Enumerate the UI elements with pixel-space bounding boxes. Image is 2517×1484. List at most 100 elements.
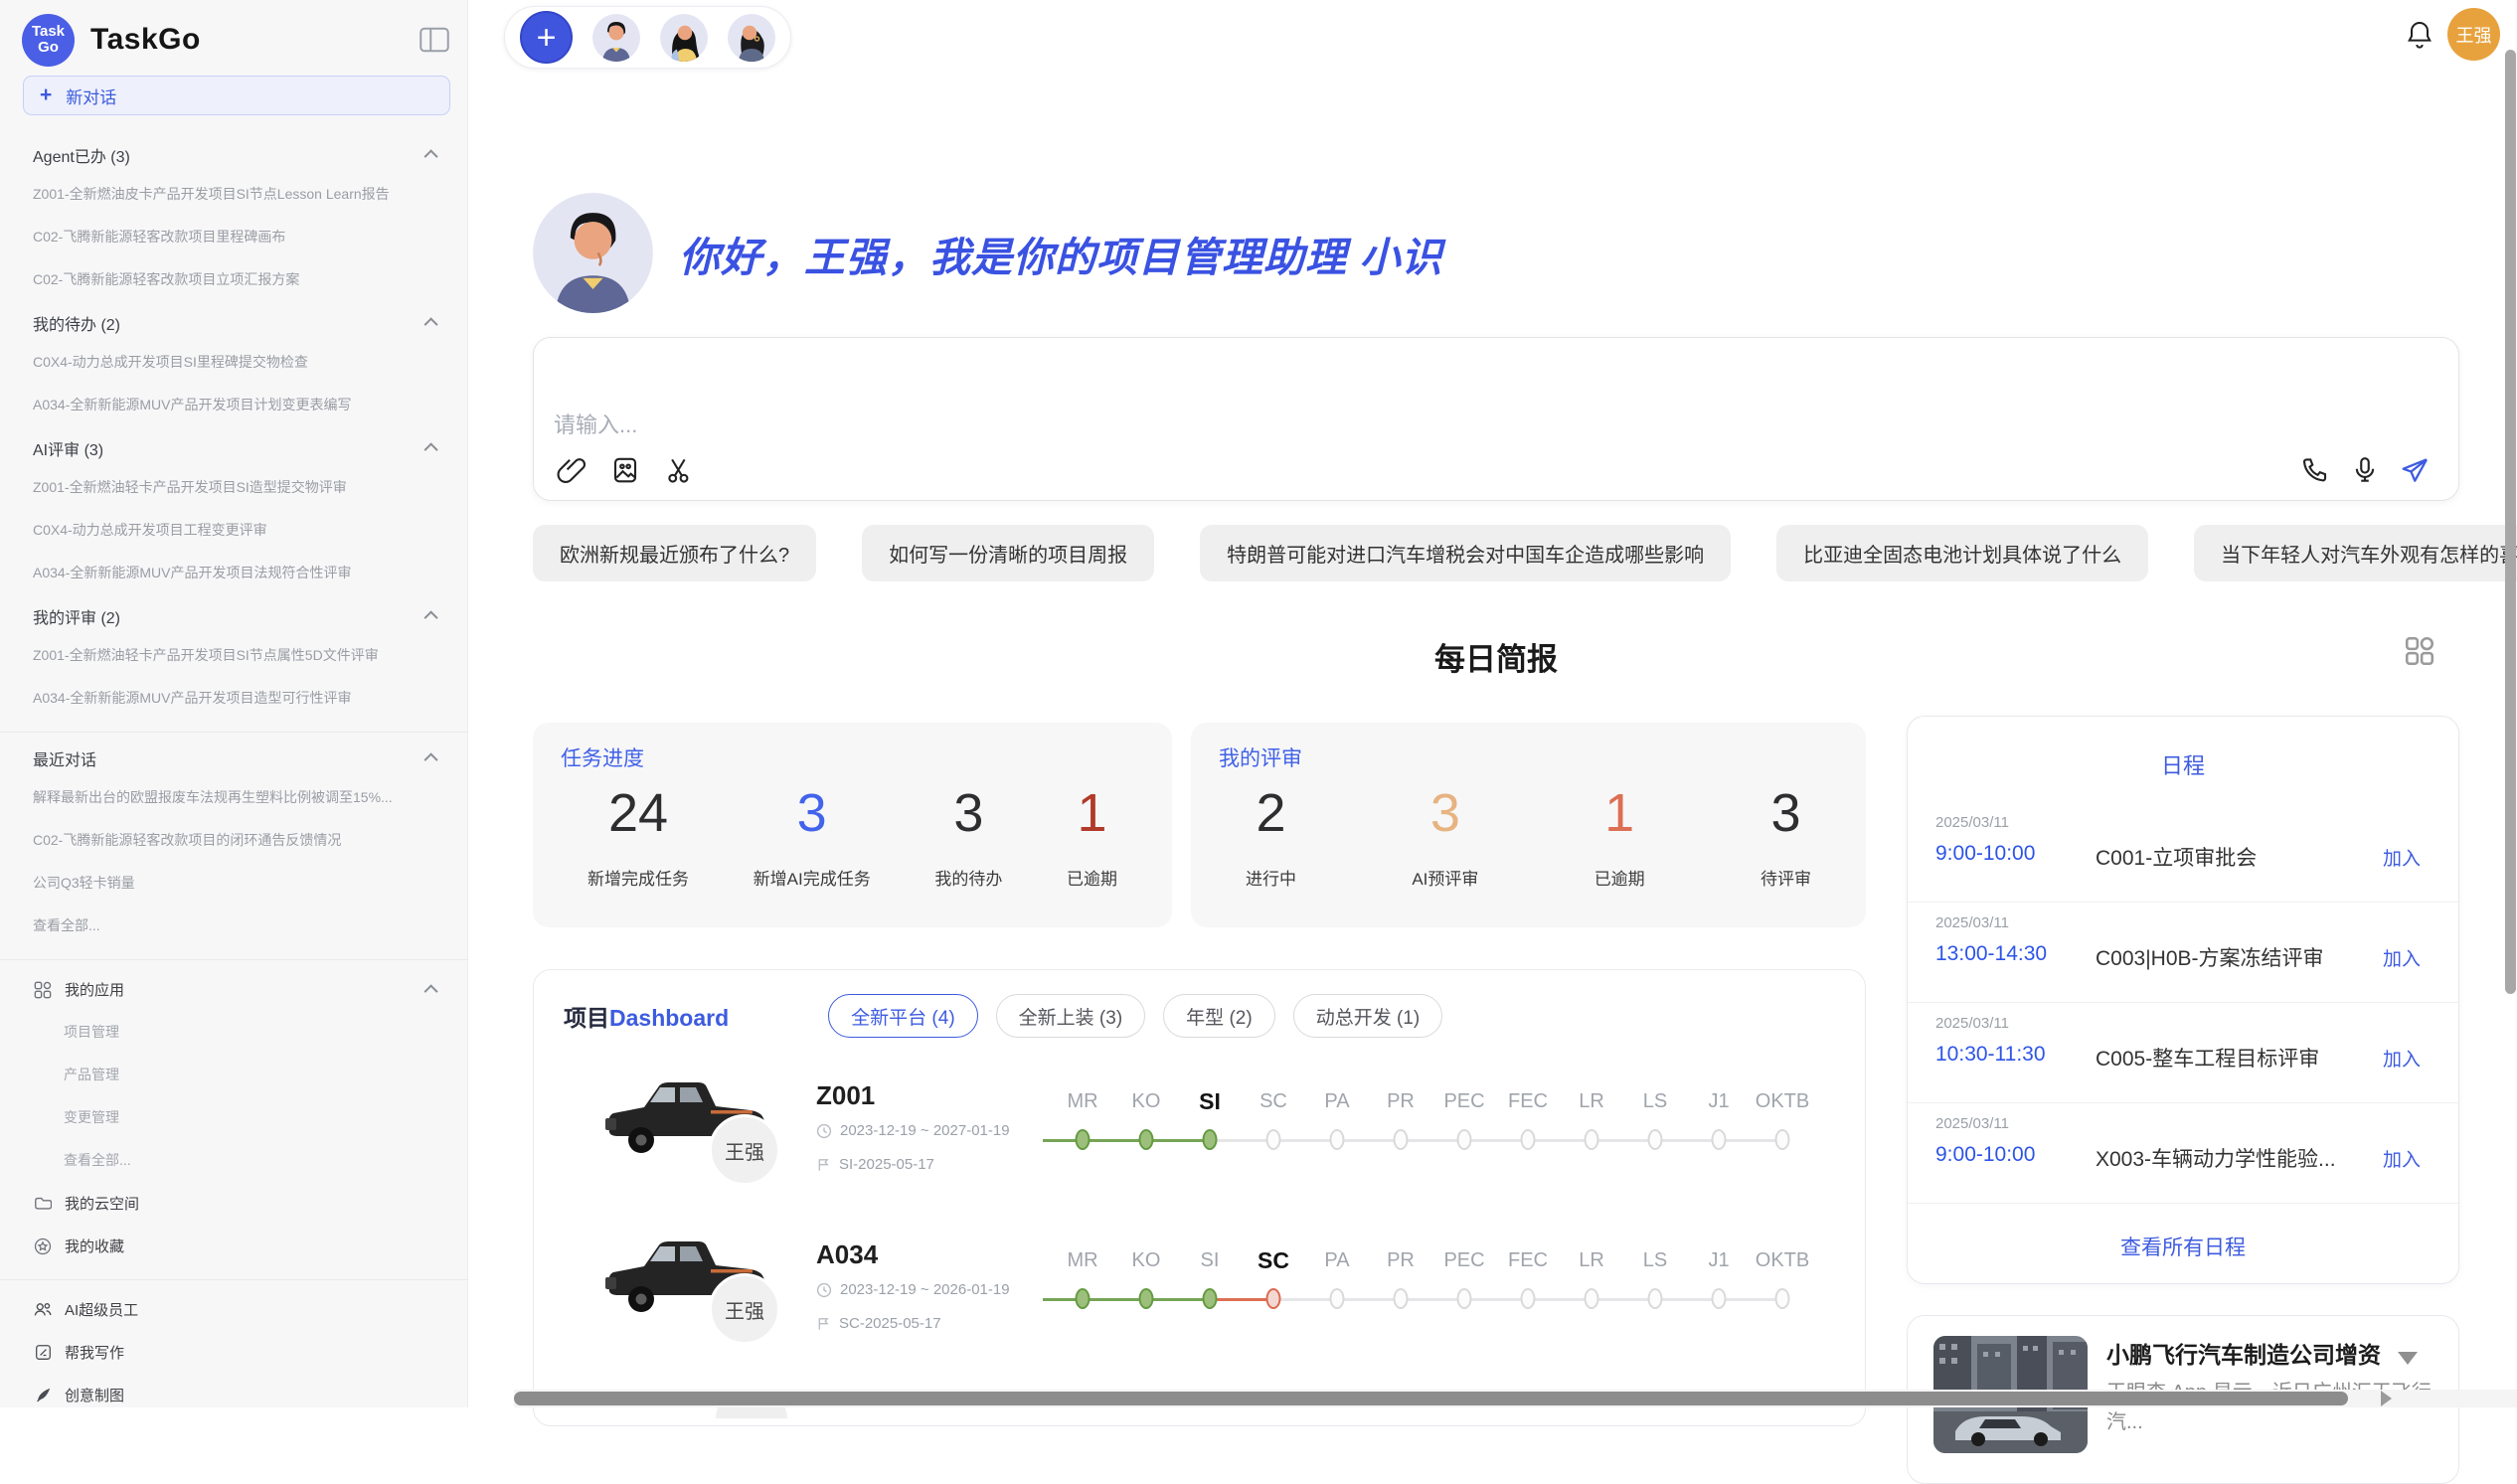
sidebar-item[interactable]: Z001-全新燃油轻卡产品开发项目SI节点属性5D文件评审	[0, 634, 467, 677]
phone-icon[interactable]	[2299, 454, 2331, 486]
sidebar-item-help-me-write[interactable]: 帮我写作	[0, 1331, 467, 1374]
quill-pen-icon	[33, 1386, 53, 1405]
sidebar-section-header[interactable]: 我的待办 (2)	[0, 305, 467, 341]
event-join-link[interactable]: 加入	[2383, 844, 2421, 871]
sidebar-item[interactable]: A034-全新新能源MUV产品开发项目计划变更表编写	[0, 384, 467, 426]
milestone-node	[1330, 1129, 1345, 1150]
sidebar-item[interactable]: C02-飞腾新能源轻客改款项目立项汇报方案	[0, 258, 467, 301]
project-row[interactable]: 王强 A034 2023-12-19 ~ 2026-01-19 SC-2025-…	[534, 1224, 1865, 1383]
event-time: 13:00-14:30	[1935, 942, 2047, 966]
sidebar-item-cloud-space[interactable]: 我的云空间	[0, 1182, 467, 1225]
sidebar-section-header[interactable]: Agent已办 (3)	[0, 137, 467, 173]
view-all-schedule-link[interactable]: 查看所有日程	[1908, 1232, 2458, 1261]
new-chat-button[interactable]: + 新对话	[23, 76, 450, 115]
event-date: 2025/03/11	[1935, 914, 2009, 931]
sidebar-item[interactable]: C02-飞腾新能源轻客改款项目的闭环通告反馈情况	[0, 819, 467, 862]
dashboard-tab[interactable]: 全新上装 (3)	[996, 994, 1146, 1038]
layout-grid-icon[interactable]	[2403, 634, 2436, 668]
milestone-segment	[1719, 1139, 1782, 1142]
project-row[interactable]: 王强 Z001 2023-12-19 ~ 2027-01-19 SI-2025-…	[534, 1065, 1865, 1224]
send-icon[interactable]	[2399, 454, 2431, 486]
sidebar-item[interactable]: 查看全部...	[0, 905, 467, 947]
sidebar-item-creative-drawing[interactable]: 创意制图	[0, 1374, 467, 1416]
creative-drawing-label: 创意制图	[65, 1385, 124, 1405]
dashboard-tab[interactable]: 动总开发 (1)	[1293, 994, 1443, 1038]
app-sub-item[interactable]: 查看全部...	[0, 1139, 467, 1182]
paperclip-icon[interactable]	[556, 454, 587, 486]
milestone-node	[1330, 1288, 1345, 1309]
event-join-link[interactable]: 加入	[2383, 944, 2421, 971]
event-join-link[interactable]: 加入	[2383, 1045, 2421, 1072]
sidebar-item[interactable]: 公司Q3轻卡销量	[0, 862, 467, 905]
milestone-label: LS	[1623, 1245, 1687, 1275]
app-sub-item[interactable]: 变更管理	[0, 1096, 467, 1139]
vertical-scrollbar[interactable]	[2505, 50, 2516, 994]
dashboard-tab[interactable]: 年型 (2)	[1163, 994, 1275, 1038]
horizontal-scrollbar-track[interactable]	[514, 1390, 2517, 1407]
event-join-link[interactable]: 加入	[2383, 1145, 2421, 1172]
new-chat-label: 新对话	[66, 83, 116, 108]
milestone-segment	[1592, 1298, 1655, 1301]
sidebar-item[interactable]: Z001-全新燃油皮卡产品开发项目SI节点Lesson Learn报告	[0, 173, 467, 216]
sidebar-item-my-apps[interactable]: 我的应用	[0, 968, 467, 1011]
agent-avatar-1[interactable]	[592, 14, 640, 62]
suggestion-chip[interactable]: 欧洲新规最近颁布了什么?	[533, 525, 816, 581]
sidebar-item[interactable]: C0X4-动力总成开发项目工程变更评审	[0, 509, 467, 552]
dashboard-tab[interactable]: 全新平台 (4)	[828, 994, 978, 1038]
chevron-up-icon	[424, 984, 438, 998]
scissors-icon[interactable]	[663, 454, 695, 486]
sidebar-header: Task Go TaskGo	[0, 0, 467, 70]
image-icon[interactable]	[609, 454, 641, 486]
milestone-node	[1139, 1288, 1154, 1309]
milestone-segment	[1083, 1298, 1146, 1301]
stat-label: 进行中	[1246, 865, 1296, 890]
milestone-segment	[1273, 1298, 1337, 1301]
notification-bell-icon[interactable]	[2404, 19, 2435, 51]
sidebar-item-ai-super-staff[interactable]: AI超级员工	[0, 1288, 467, 1331]
sidebar-section-header[interactable]: AI评审 (3)	[0, 430, 467, 466]
milestone-lr: LR	[1560, 1245, 1623, 1311]
sidebar-item[interactable]: A034-全新新能源MUV产品开发项目造型可行性评审	[0, 677, 467, 720]
add-agent-button[interactable]: +	[520, 11, 573, 64]
milestone-node	[1521, 1129, 1536, 1150]
suggestion-chip[interactable]: 比亚迪全固态电池计划具体说了什么	[1776, 525, 2148, 581]
scroll-right-icon[interactable]	[2381, 1391, 2392, 1406]
user-avatar[interactable]: 王强	[2447, 8, 2500, 61]
input-actions	[2299, 454, 2431, 486]
sidebar-item[interactable]: C0X4-动力总成开发项目SI里程碑提交物检查	[0, 341, 467, 384]
app-sub-item[interactable]: 产品管理	[0, 1054, 467, 1096]
stat-value: 3	[754, 784, 871, 843]
suggestion-chip[interactable]: 如何写一份清晰的项目周报	[862, 525, 1154, 581]
agent-avatar-2[interactable]	[660, 14, 708, 62]
milestone-label: J1	[1687, 1086, 1751, 1116]
scroll-down-icon[interactable]	[2398, 1352, 2418, 1365]
sidebar-item[interactable]: C02-飞腾新能源轻客改款项目里程碑画布	[0, 216, 467, 258]
sidebar-sections: Agent已办 (3)Z001-全新燃油皮卡产品开发项目SI节点Lesson L…	[0, 137, 467, 720]
sidebar-collapse-icon[interactable]	[420, 27, 449, 53]
sidebar-item[interactable]: Z001-全新燃油轻卡产品开发项目SI造型提交物评审	[0, 466, 467, 509]
sidebar-item[interactable]: A034-全新新能源MUV产品开发项目法规符合性评审	[0, 552, 467, 594]
stat: 3 AI预评审	[1412, 784, 1478, 890]
sidebar-section: 我的评审 (2)Z001-全新燃油轻卡产品开发项目SI节点属性5D文件评审A03…	[0, 598, 467, 720]
suggestion-chip[interactable]: 当下年轻人对汽车外观有怎样的喜好趋势	[2194, 525, 2517, 581]
schedule-event: 2025/03/11 9:00-10:00 C001-立项审批会 加入	[1908, 802, 2458, 903]
input-attachments	[556, 454, 695, 486]
news-snippet: 天眼查 App 显示，近日广州汇天飞行汽...	[2106, 1378, 2434, 1437]
microphone-icon[interactable]	[2349, 454, 2381, 486]
milestone-sc: SC	[1242, 1245, 1305, 1311]
sidebar-item[interactable]: 解释最新出台的欧盟报废车法规再生塑料比例被调至15%...	[0, 776, 467, 819]
suggestion-chip[interactable]: 特朗普可能对进口汽车增税会对中国车企造成哪些影响	[1200, 525, 1731, 581]
plus-icon: +	[40, 83, 52, 107]
horizontal-scrollbar-thumb[interactable]	[514, 1392, 2348, 1405]
sidebar-item-favorites[interactable]: 我的收藏	[0, 1225, 467, 1267]
event-date: 2025/03/11	[1935, 1115, 2009, 1132]
agent-avatar-3[interactable]	[728, 14, 775, 62]
sidebar-section-header[interactable]: 最近对话	[0, 741, 467, 776]
event-date: 2025/03/11	[1935, 814, 2009, 831]
sidebar-section-header[interactable]: 我的评审 (2)	[0, 598, 467, 634]
news-title: 小鹏飞行汽车制造公司增资	[2106, 1336, 2381, 1370]
app-sub-item[interactable]: 项目管理	[0, 1011, 467, 1054]
milestone-node	[1076, 1288, 1091, 1309]
chat-input[interactable]: 请输入...	[533, 337, 2459, 501]
event-time: 9:00-10:00	[1935, 1143, 2035, 1167]
